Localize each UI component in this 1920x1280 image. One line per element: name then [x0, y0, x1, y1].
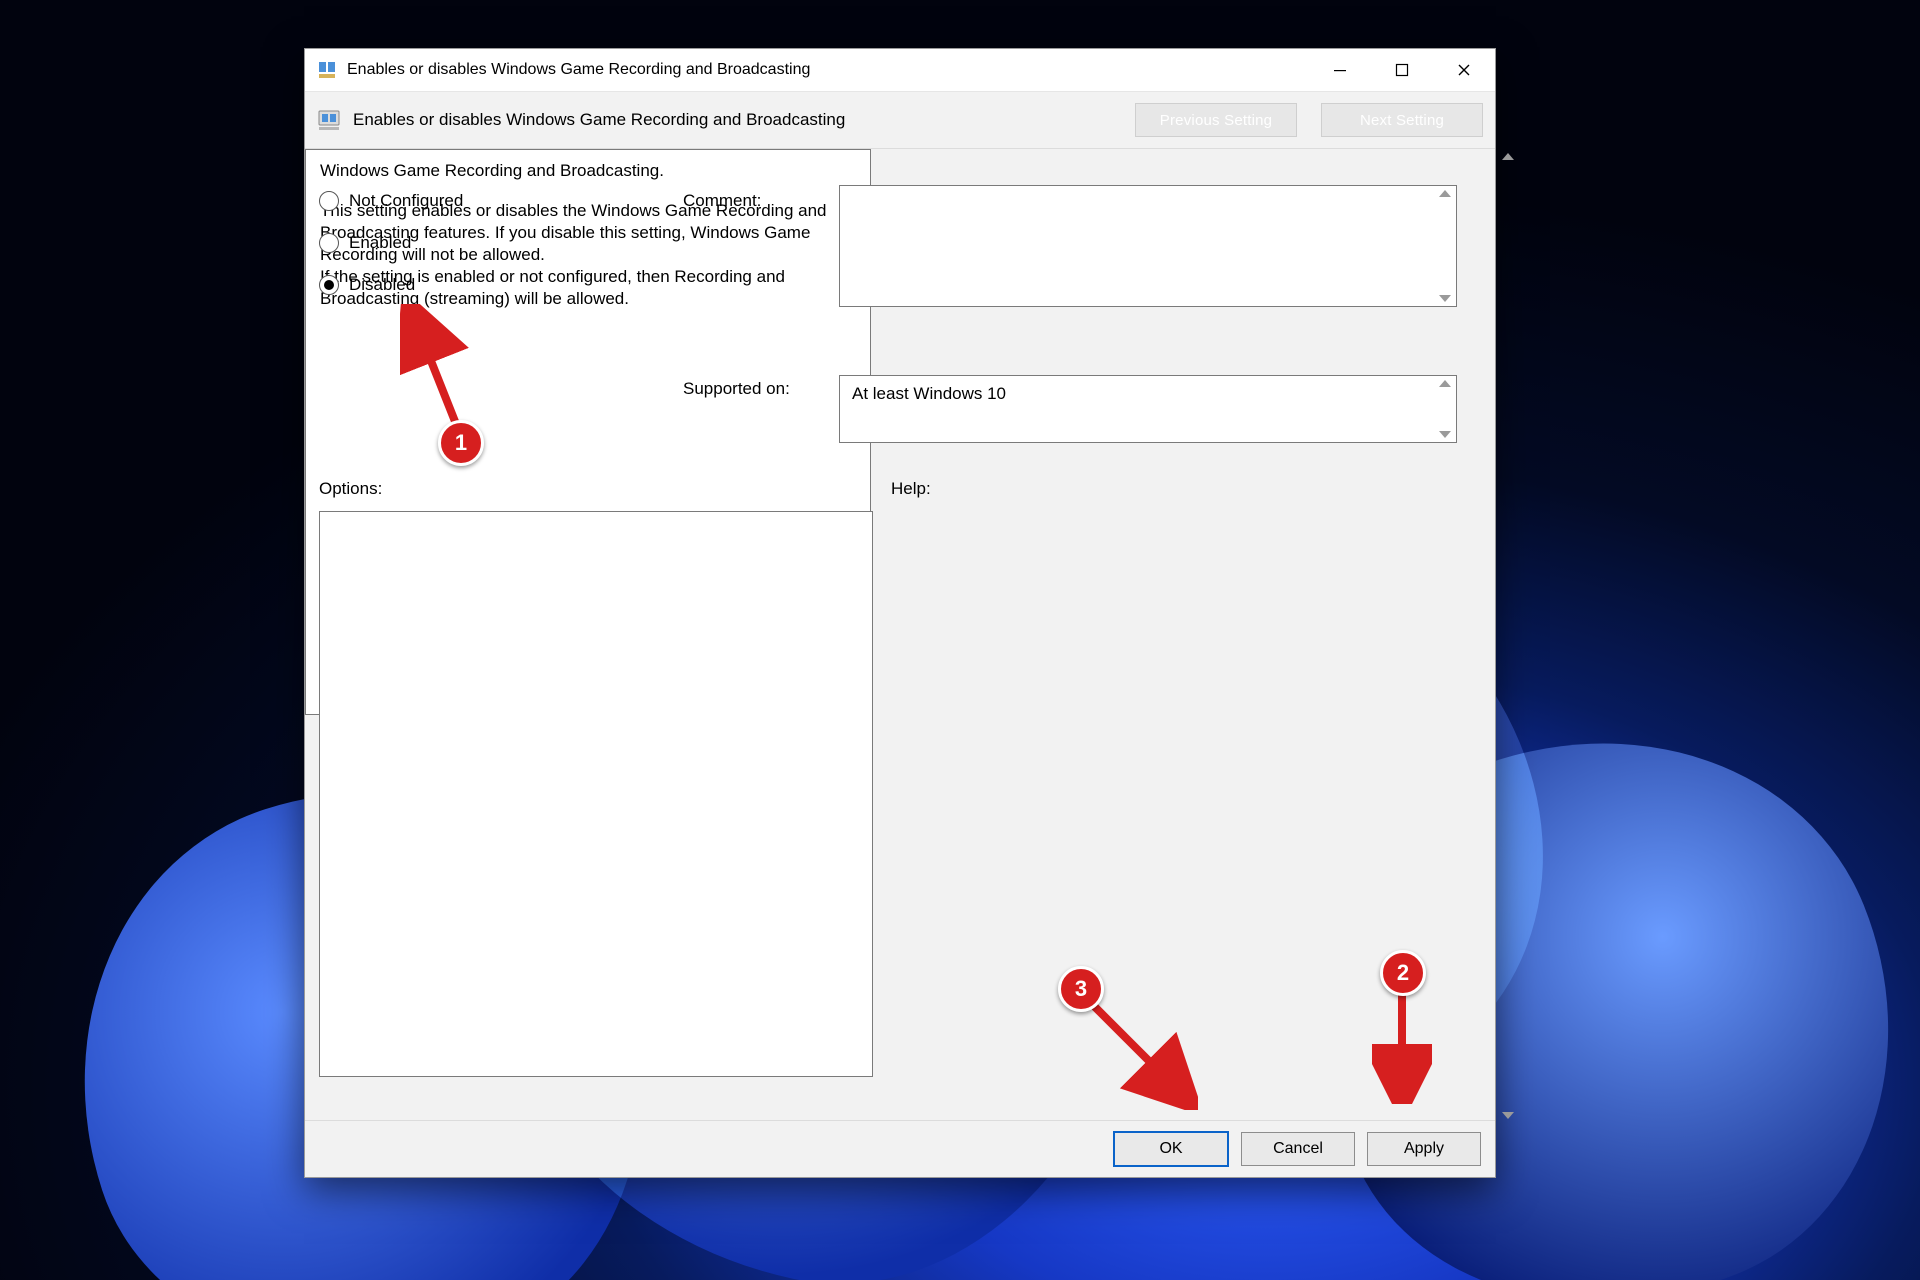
radio-label: Disabled [349, 275, 415, 295]
radio-label: Not Configured [349, 191, 463, 211]
radio-not-configured[interactable]: Not Configured [319, 191, 463, 211]
state-radio-group: Not Configured Enabled Disabled [319, 191, 463, 295]
gpo-setting-window: Enables or disables Windows Game Recordi… [304, 48, 1496, 1178]
minimize-button[interactable] [1309, 49, 1371, 91]
apply-button[interactable]: Apply [1367, 1132, 1481, 1166]
comment-label: Comment: [683, 191, 761, 211]
dialog-body: Not Configured Enabled Disabled Comment:… [305, 149, 1495, 1123]
window-title: Enables or disables Windows Game Recordi… [347, 61, 810, 79]
toolbar-title: Enables or disables Windows Game Recordi… [353, 110, 845, 130]
previous-setting-button[interactable]: Previous Setting [1135, 103, 1297, 137]
scrollbar[interactable] [1434, 186, 1456, 306]
next-setting-button[interactable]: Next Setting [1321, 103, 1483, 137]
scrollbar[interactable] [1497, 149, 1519, 1123]
radio-dot [319, 191, 339, 211]
radio-enabled[interactable]: Enabled [319, 233, 463, 253]
close-button[interactable] [1433, 49, 1495, 91]
titlebar[interactable]: Enables or disables Windows Game Recordi… [305, 49, 1495, 92]
radio-label: Enabled [349, 233, 411, 253]
options-label: Options: [319, 479, 382, 499]
supported-on-label: Supported on: [683, 379, 790, 399]
toolbar: Enables or disables Windows Game Recordi… [305, 92, 1495, 149]
radio-dot [319, 275, 339, 295]
supported-on-textbox: At least Windows 10 [839, 375, 1457, 443]
policy-icon [317, 108, 341, 132]
options-panel [319, 511, 873, 1077]
help-label: Help: [891, 479, 931, 499]
scrollbar[interactable] [1434, 376, 1456, 442]
maximize-button[interactable] [1371, 49, 1433, 91]
radio-dot [319, 233, 339, 253]
supported-on-text: At least Windows 10 [840, 376, 1456, 412]
ok-button[interactable]: OK [1113, 1131, 1229, 1167]
dialog-footer: OK Cancel Apply [305, 1120, 1495, 1177]
radio-disabled[interactable]: Disabled [319, 275, 463, 295]
window-icon [317, 60, 337, 80]
comment-textbox[interactable] [839, 185, 1457, 307]
desktop-background: Enables or disables Windows Game Recordi… [0, 0, 1920, 1280]
help-paragraph: Windows Game Recording and Broadcasting. [320, 160, 840, 182]
cancel-button[interactable]: Cancel [1241, 1132, 1355, 1166]
